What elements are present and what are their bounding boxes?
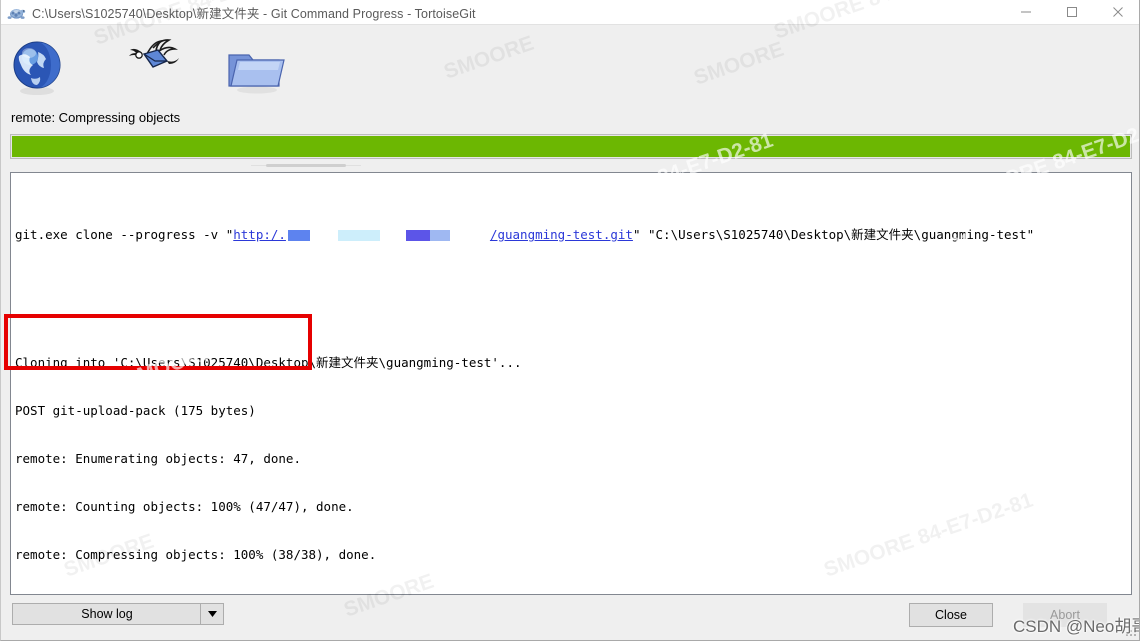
abort-button-label: Abort [1050,608,1080,622]
title-bar: C:\Users\S1025740\Desktop\新建文件夹 - Git Co… [1,0,1139,25]
tortoisegit-progress-window: C:\Users\S1025740\Desktop\新建文件夹 - Git Co… [0,0,1140,641]
abort-button: Abort [1023,603,1107,627]
console-line: remote: Counting objects: 100% (47/47), … [15,499,354,514]
show-log-button[interactable]: Show log [12,603,224,625]
resize-grip[interactable] [1126,626,1138,638]
close-dialog-button[interactable]: Close [909,603,993,627]
redaction-block-2 [337,230,380,241]
console-output[interactable]: git.exe clone --progress -v "http:/./gua… [10,172,1132,595]
console-line: Cloning into 'C:\Users\S1025740\Desktop\… [15,355,522,370]
window-title: C:\Users\S1025740\Desktop\新建文件夹 - Git Co… [32,6,476,21]
show-log-label: Show log [81,607,133,621]
redaction-block-3 [405,230,430,241]
flying-document-icon [123,34,185,87]
redaction-block-4 [429,230,450,241]
transfer-animation-strip [1,24,1139,112]
redaction-block-1 [287,230,310,241]
bottom-toolbar: Show log Close Abort [1,596,1139,640]
window-controls [1003,0,1139,24]
target-path: "C:\Users\S1025740\Desktop\新建文件夹\guangmi… [640,227,1035,242]
repo-url-link[interactable]: http:/. [233,227,286,242]
repo-path-link[interactable]: /guangming-test.git [490,227,633,242]
tortoisegit-turtle-icon [6,2,26,22]
console-line: remote: Enumerating objects: 47, done. [15,451,301,466]
minimize-button[interactable] [1003,0,1049,24]
progress-bar [10,134,1132,159]
splitter-grip [266,164,346,167]
progress-bar-fill [12,136,1130,157]
folder-icon [226,43,288,100]
close-button[interactable] [1095,0,1139,24]
console-command-line: git.exe clone --progress -v "http:/./gua… [15,227,1127,243]
maximize-button[interactable] [1049,0,1095,24]
chevron-down-icon[interactable] [200,604,223,624]
splitter-handle[interactable] [1,160,1139,172]
status-text: remote: Compressing objects [11,110,181,125]
console-line: remote: Compressing objects: 100% (38/38… [15,547,377,562]
command-prefix: git.exe clone --progress -v [15,227,226,242]
console-line: POST git-upload-pack (175 bytes) [15,403,256,418]
globe-icon [11,40,63,101]
close-button-label: Close [935,608,967,622]
